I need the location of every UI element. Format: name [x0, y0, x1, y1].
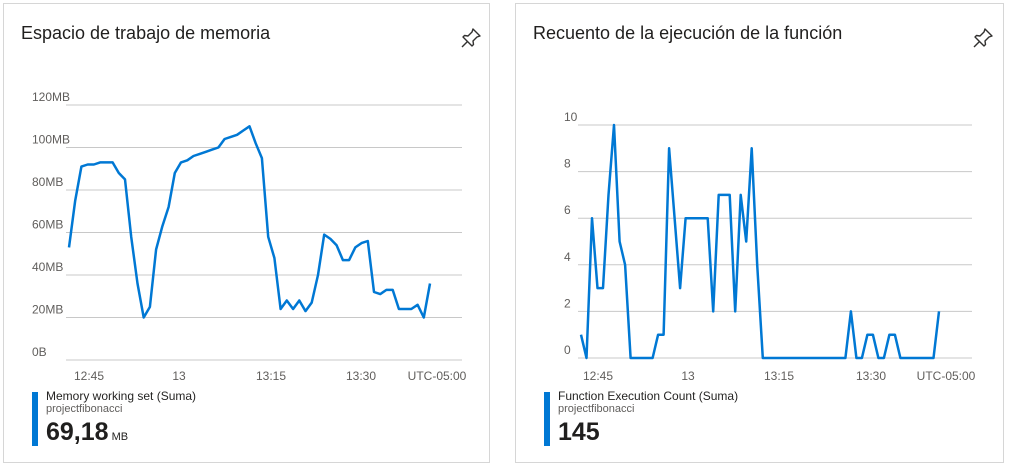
y-tick-label: 4: [564, 250, 571, 264]
y-tick-label: 0B: [32, 345, 47, 359]
function-execution-count-tile[interactable]: Recuento de la ejecución de la función 1…: [515, 3, 1004, 463]
x-tick-label: 12:45: [583, 369, 613, 383]
memory-legend[interactable]: Memory working set (Suma) projectfibonac…: [32, 389, 197, 447]
y-tick-label: 10: [564, 110, 578, 124]
x-tick-label: 13: [681, 369, 695, 383]
legend-total-value: 69,18: [46, 418, 109, 446]
x-tick-label: 13:15: [256, 369, 286, 383]
y-tick-label: 40MB: [32, 260, 63, 274]
legend-resource-name: projectfibonacci: [558, 403, 635, 415]
function-line-chart: 10 8 6 4 2 0 12:45 13 13:15 13:30 UTC-05:00: [564, 110, 976, 383]
y-tick-label: 80MB: [32, 175, 63, 189]
y-tick-label: 60MB: [32, 218, 63, 232]
memory-line-chart: 120MB 100MB 80MB 60MB 40MB 20MB 0B 12:45 13 13:15…: [32, 90, 467, 383]
y-tick-label: 120MB: [32, 90, 70, 104]
series-line: [67, 125, 432, 319]
legend-total: 69,18 MB: [38, 418, 196, 447]
legend-series-name: Memory working set (Suma): [46, 389, 197, 403]
legend-total: 145: [550, 418, 738, 447]
legend-resource-name: projectfibonacci: [46, 403, 123, 415]
timezone-label: UTC-05:00: [917, 369, 976, 383]
function-legend[interactable]: Function Execution Count (Suma) projectf…: [544, 389, 739, 447]
legend-total-value: 145: [558, 418, 600, 446]
memory-working-set-tile[interactable]: Espacio de trabajo de memoria 120MB 100MB…: [3, 3, 490, 463]
x-tick-label: 13:15: [764, 369, 794, 383]
x-tick-label: 13: [172, 369, 186, 383]
y-tick-label: 0: [564, 343, 571, 357]
legend-series-name: Function Execution Count (Suma): [558, 389, 739, 403]
y-tick-label: 2: [564, 296, 571, 310]
y-tick-label: 8: [564, 157, 571, 171]
x-tick-label: 13:30: [346, 369, 376, 383]
x-tick-label: 13:30: [856, 369, 886, 383]
legend-color-bar: [544, 392, 550, 446]
y-tick-label: 20MB: [32, 303, 63, 317]
y-tick-label: 100MB: [32, 133, 70, 147]
y-tick-label: 6: [564, 203, 571, 217]
legend-total-unit: MB: [111, 431, 129, 443]
legend-color-bar: [32, 392, 38, 446]
x-tick-label: 12:45: [74, 369, 104, 383]
timezone-label: UTC-05:00: [408, 369, 467, 383]
series-line: [579, 123, 941, 360]
